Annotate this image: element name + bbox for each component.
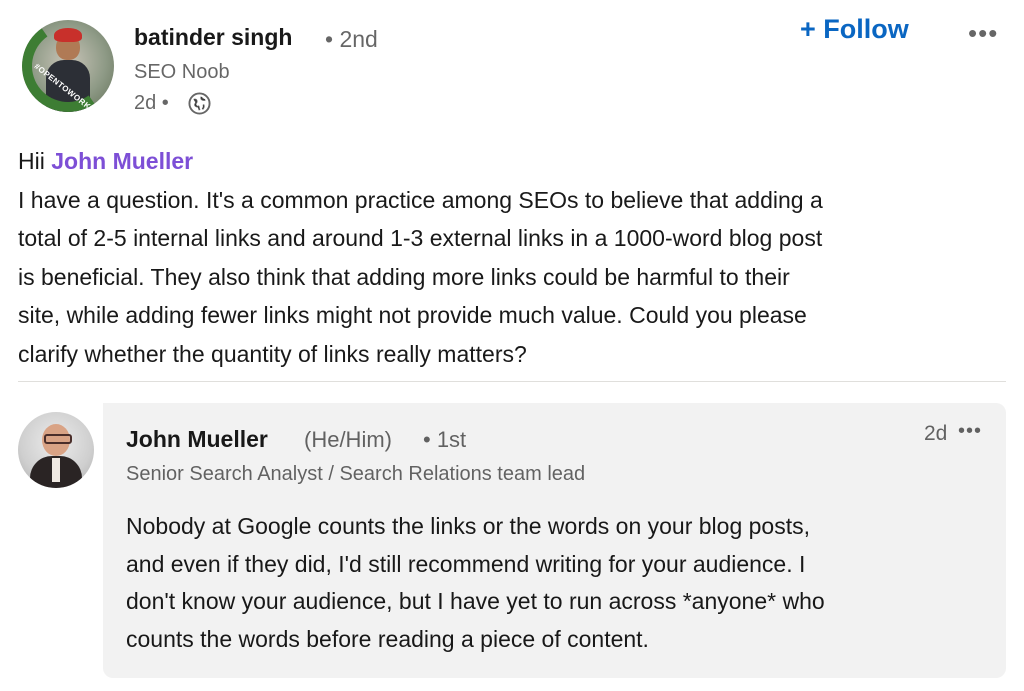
post-body-line: total of 2-5 internal links and around 1… <box>18 225 823 251</box>
commenter-name[interactable]: John Mueller <box>126 426 268 453</box>
comment-body: Nobody at Google counts the links or the… <box>126 508 996 658</box>
post-body-line: I have a question. It's a common practic… <box>18 186 823 213</box>
post-timestamp[interactable]: 2d • <box>134 92 169 115</box>
comment-body-line: counts the words before reading a piece … <box>126 625 649 652</box>
commenter-avatar[interactable] <box>18 412 94 488</box>
greeting-line: Hii John Mueller <box>18 142 1008 181</box>
greeting-text: Hii <box>18 148 45 174</box>
commenter-headline: Senior Search Analyst / Search Relations… <box>126 463 586 485</box>
commenter-pronouns: (He/Him) <box>304 427 392 452</box>
comment-body-line: Nobody at Google counts the links or the… <box>126 513 811 539</box>
post-body-line: site, while adding fewer links might not… <box>18 302 807 328</box>
author-headline: SEO Noob <box>134 61 230 83</box>
follow-button[interactable]: + Follow <box>800 14 909 45</box>
author-name[interactable]: batinder singh <box>134 24 292 51</box>
commenter-degree: • 1st <box>423 427 467 452</box>
post-body: Hii John Mueller I have a question. It's… <box>18 142 1008 373</box>
more-icon[interactable]: ••• <box>968 18 998 49</box>
divider <box>18 381 1006 382</box>
avatar-glasses <box>44 434 72 444</box>
connection-degree: • 2nd <box>325 26 378 52</box>
comment-timestamp: 2d <box>924 422 948 445</box>
avatar-lanyard <box>52 458 60 482</box>
comment-more-icon[interactable]: ••• <box>958 420 982 443</box>
mention-link[interactable]: John Mueller <box>51 148 193 174</box>
globe-icon <box>188 92 211 115</box>
author-avatar[interactable]: #OPENTOWORK <box>22 20 114 112</box>
post-body-line: clarify whether the quantity of links re… <box>18 340 527 367</box>
comment-body-line: don't know your audience, but I have yet… <box>126 588 825 614</box>
post-body-line: is beneficial. They also think that addi… <box>18 263 790 290</box>
comment-body-line: and even if they did, I'd still recommen… <box>126 550 806 577</box>
